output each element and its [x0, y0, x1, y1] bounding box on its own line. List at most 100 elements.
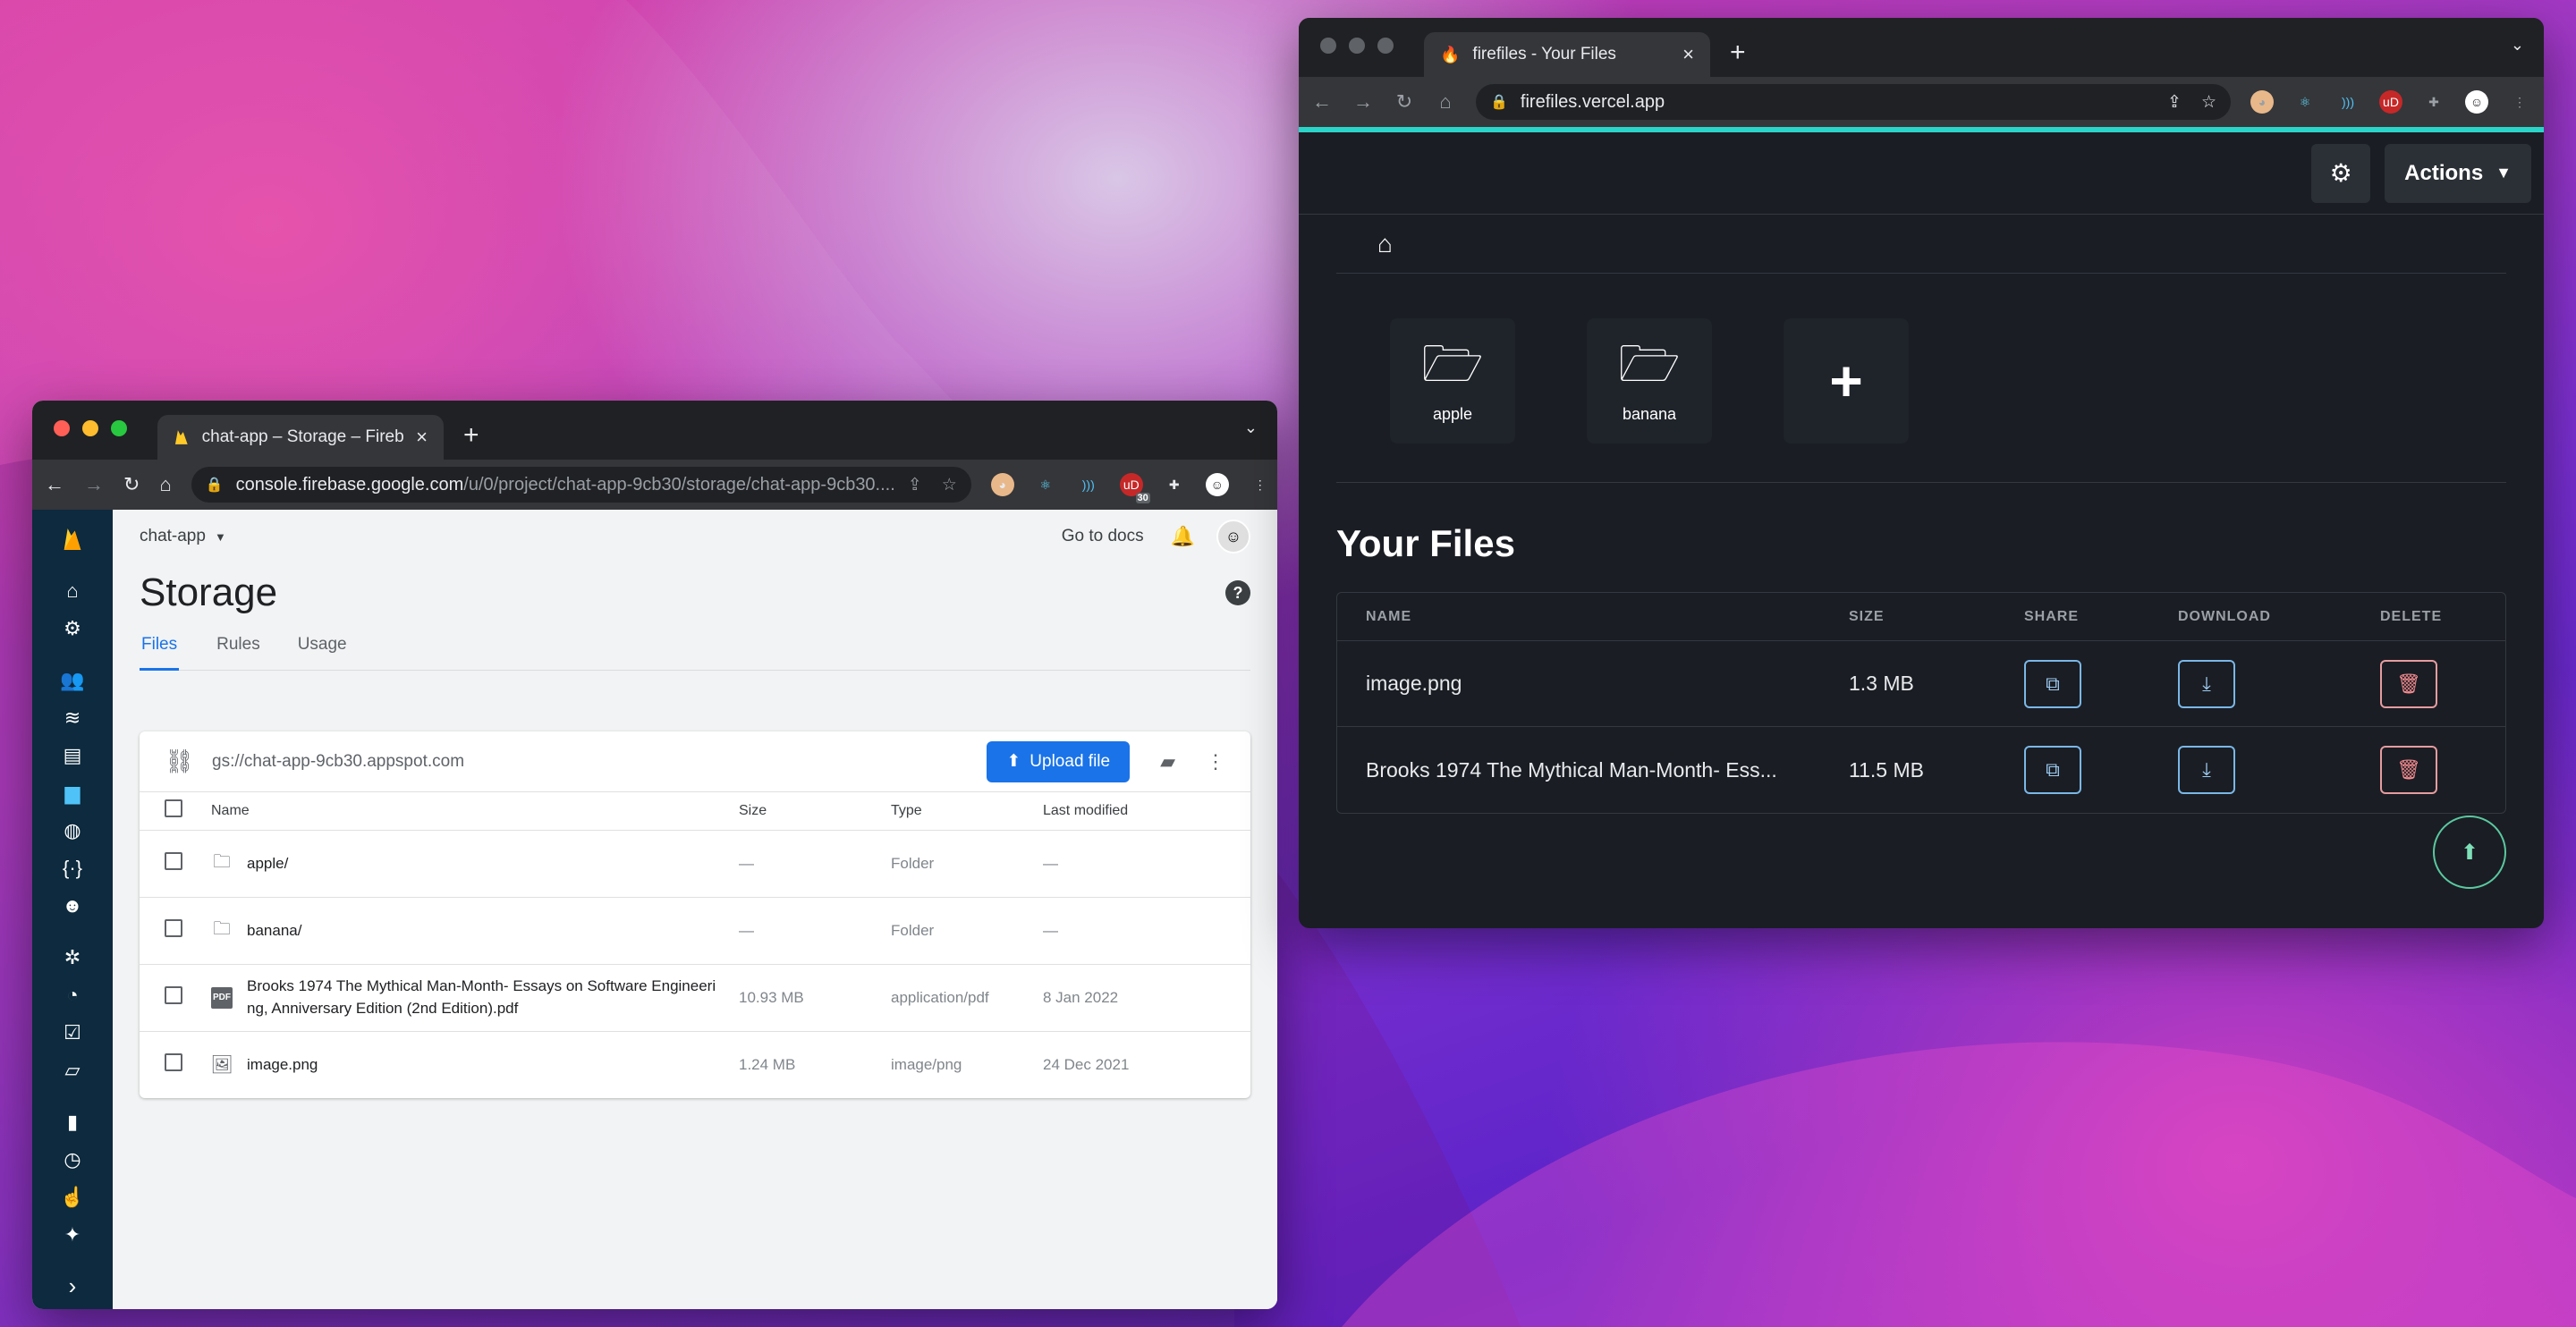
browser-tab-firefiles[interactable]: 🔥 firefiles - Your Files × [1424, 32, 1710, 77]
zoom-window-button[interactable] [1377, 38, 1394, 54]
help-icon[interactable]: ? [1225, 580, 1250, 605]
remote-config-clock-icon[interactable]: ◷ [51, 1141, 94, 1179]
notifications-bell-icon[interactable]: 🔔 [1171, 525, 1195, 548]
authentication-users-icon[interactable]: 👥 [51, 662, 94, 699]
tab-search-chevron-icon[interactable]: ⌄ [1244, 418, 1258, 437]
profile-avatar-icon[interactable]: ☺ [1205, 473, 1229, 496]
react-devtools-icon[interactable]: ⚛ [1034, 473, 1057, 496]
go-to-docs-link[interactable]: Go to docs [1062, 527, 1144, 546]
browser-tab-firebase[interactable]: chat-app – Storage – Firebase × [157, 415, 444, 460]
reload-icon[interactable]: ↻ [123, 473, 140, 496]
sound-extension-icon[interactable]: ))) [2336, 90, 2360, 114]
settings-gear-icon[interactable]: ⚙ [51, 610, 94, 647]
close-tab-icon[interactable]: × [1682, 43, 1694, 66]
column-type[interactable]: Type [891, 792, 1043, 831]
back-icon[interactable]: ← [1311, 90, 1333, 114]
analytics-bar-chart-icon[interactable]: ▮ [51, 1103, 94, 1141]
chrome-menu-icon[interactable]: ⋮ [2508, 90, 2531, 114]
new-tab-button[interactable]: + [1730, 38, 1746, 68]
realtime-database-icon[interactable]: ▤ [51, 737, 94, 774]
select-all-checkbox[interactable] [165, 799, 182, 818]
ublock-icon[interactable]: uD 30 [1119, 473, 1150, 503]
add-folder-button[interactable]: + [1784, 318, 1909, 444]
hosting-globe-icon[interactable]: ◍ [51, 812, 94, 849]
settings-gear-button[interactable]: ⚙ [2311, 143, 2371, 203]
url-bar[interactable]: 🔒 console.firebase.google.com/u/0/projec… [191, 467, 971, 503]
forward-icon[interactable]: → [84, 473, 104, 496]
file-name[interactable]: image.png [247, 1056, 318, 1074]
delete-button[interactable]: 🗑 [2380, 659, 2437, 708]
react-devtools-icon[interactable]: ⚛ [2293, 90, 2317, 114]
table-row[interactable]: PDF Brooks 1974 The Mythical Man-Month- E… [140, 964, 1250, 1032]
reload-icon[interactable]: ↻ [1394, 90, 1415, 114]
file-name[interactable]: apple/ [247, 855, 288, 873]
row-checkbox[interactable] [165, 852, 182, 870]
folder-tile[interactable]: 🗁 apple [1390, 318, 1515, 444]
account-avatar[interactable]: ☺ [1216, 520, 1250, 554]
download-button[interactable]: ⤓ [2178, 659, 2235, 708]
puzzle-extensions-icon[interactable]: ✚ [2422, 90, 2445, 114]
folder-tile[interactable]: 🗁 banana [1587, 318, 1712, 444]
profile-avatar-icon[interactable]: ☺ [2465, 90, 2488, 114]
home-icon[interactable]: ⌂ [1435, 90, 1456, 114]
chrome-menu-icon[interactable]: ⋮ [1249, 473, 1272, 496]
upload-file-button[interactable]: ⬆ Upload file [987, 740, 1131, 782]
actions-menu-button[interactable]: Actions ▼ [2385, 143, 2531, 203]
close-tab-icon[interactable]: × [416, 426, 428, 449]
table-row[interactable]: 🖼 image.png 1.24 MB image/png 24 Dec 2021 [140, 1031, 1250, 1098]
back-icon[interactable]: ← [45, 473, 64, 496]
row-checkbox[interactable] [165, 1053, 182, 1072]
url-bar[interactable]: 🔒 firefiles.vercel.app ⇪ ☆ [1476, 84, 2231, 120]
download-button[interactable]: ⤓ [2178, 746, 2235, 794]
file-name[interactable]: Brooks 1974 The Mythical Man-Month- Essa… [247, 976, 721, 1019]
link-icon[interactable]: ⛓ [165, 748, 194, 775]
in-app-messaging-icon[interactable]: ☝ [51, 1179, 94, 1216]
functions-icon[interactable]: {·} [51, 849, 94, 887]
extension-avatar-icon[interactable]: ◕ [990, 473, 1014, 496]
file-name[interactable]: banana/ [247, 922, 301, 940]
bookmark-star-icon[interactable]: ☆ [2201, 92, 2216, 113]
puzzle-extensions-icon[interactable]: ✚ [1163, 473, 1186, 496]
more-options-icon[interactable]: ⋮ [1206, 750, 1225, 773]
extensions-icon[interactable]: ✦ [51, 1216, 94, 1254]
ublock-icon[interactable]: uD [2379, 90, 2402, 114]
storage-icon[interactable]: ▆ [51, 774, 94, 812]
extension-avatar-icon[interactable]: ◕ [2250, 90, 2274, 114]
new-tab-button[interactable]: + [463, 420, 479, 451]
machine-learning-robot-icon[interactable]: ☻ [51, 887, 94, 925]
tab-usage[interactable]: Usage [298, 635, 347, 670]
share-icon[interactable]: ⇪ [2167, 92, 2182, 113]
project-selector[interactable]: chat-app ▼ [140, 527, 226, 546]
project-overview-home-icon[interactable]: ⌂ [51, 572, 94, 610]
create-folder-icon[interactable]: ▰ [1160, 750, 1175, 773]
performance-icon[interactable]: ◔ [51, 976, 94, 1014]
share-icon[interactable]: ⇪ [908, 475, 922, 495]
crashlytics-icon[interactable]: ✲ [51, 939, 94, 976]
row-checkbox[interactable] [165, 919, 182, 937]
home-breadcrumb-icon[interactable]: ⌂ [1377, 230, 1393, 258]
firebase-logo-icon[interactable] [51, 520, 94, 558]
share-copy-button[interactable]: ⧉ [2024, 659, 2081, 708]
minimize-window-button[interactable] [82, 420, 98, 436]
forward-icon[interactable]: → [1352, 90, 1374, 114]
firestore-icon[interactable]: ≋ [51, 699, 94, 737]
test-lab-icon[interactable]: ☑ [51, 1014, 94, 1052]
tab-files[interactable]: Files [140, 635, 180, 671]
column-name[interactable]: Name [211, 792, 739, 831]
column-last-modified[interactable]: Last modified [1043, 792, 1250, 831]
column-size[interactable]: Size [739, 792, 891, 831]
tab-search-chevron-icon[interactable]: ⌄ [2511, 36, 2524, 55]
close-window-button[interactable] [1320, 38, 1336, 54]
minimize-window-button[interactable] [1349, 38, 1365, 54]
app-distribution-icon[interactable]: ▱ [51, 1052, 94, 1089]
sound-extension-icon[interactable]: ))) [1077, 473, 1100, 496]
zoom-window-button[interactable] [111, 420, 127, 436]
table-row[interactable]: 🗀 banana/ — Folder — [140, 897, 1250, 965]
share-copy-button[interactable]: ⧉ [2024, 746, 2081, 794]
delete-button[interactable]: 🗑 [2380, 746, 2437, 794]
upload-fab-button[interactable]: ⬆ [2433, 816, 2506, 889]
bookmark-star-icon[interactable]: ☆ [942, 475, 957, 495]
row-checkbox[interactable] [165, 986, 182, 1004]
home-icon[interactable]: ⌂ [159, 473, 171, 496]
close-window-button[interactable] [54, 420, 70, 436]
